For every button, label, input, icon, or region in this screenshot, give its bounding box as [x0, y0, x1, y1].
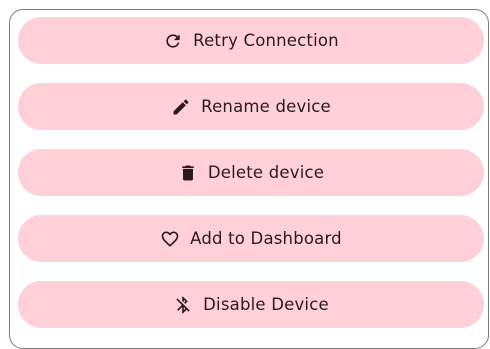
add-to-dashboard-label: Add to Dashboard	[190, 229, 342, 248]
retry-connection-button[interactable]: Retry Connection	[18, 17, 484, 64]
disable-device-button[interactable]: Disable Device	[18, 281, 484, 328]
add-to-dashboard-button[interactable]: Add to Dashboard	[18, 215, 484, 262]
rename-device-label: Rename device	[201, 97, 331, 116]
heart-outline-icon	[160, 229, 180, 249]
pencil-icon	[171, 97, 191, 117]
refresh-icon	[163, 31, 183, 51]
bluetooth-disabled-icon	[173, 295, 193, 315]
disable-device-label: Disable Device	[203, 295, 329, 314]
delete-device-label: Delete device	[207, 163, 325, 182]
retry-connection-label: Retry Connection	[193, 31, 339, 50]
trash-icon	[178, 163, 198, 183]
delete-device-button[interactable]: Delete device	[18, 149, 484, 196]
rename-device-button[interactable]: Rename device	[18, 83, 484, 130]
